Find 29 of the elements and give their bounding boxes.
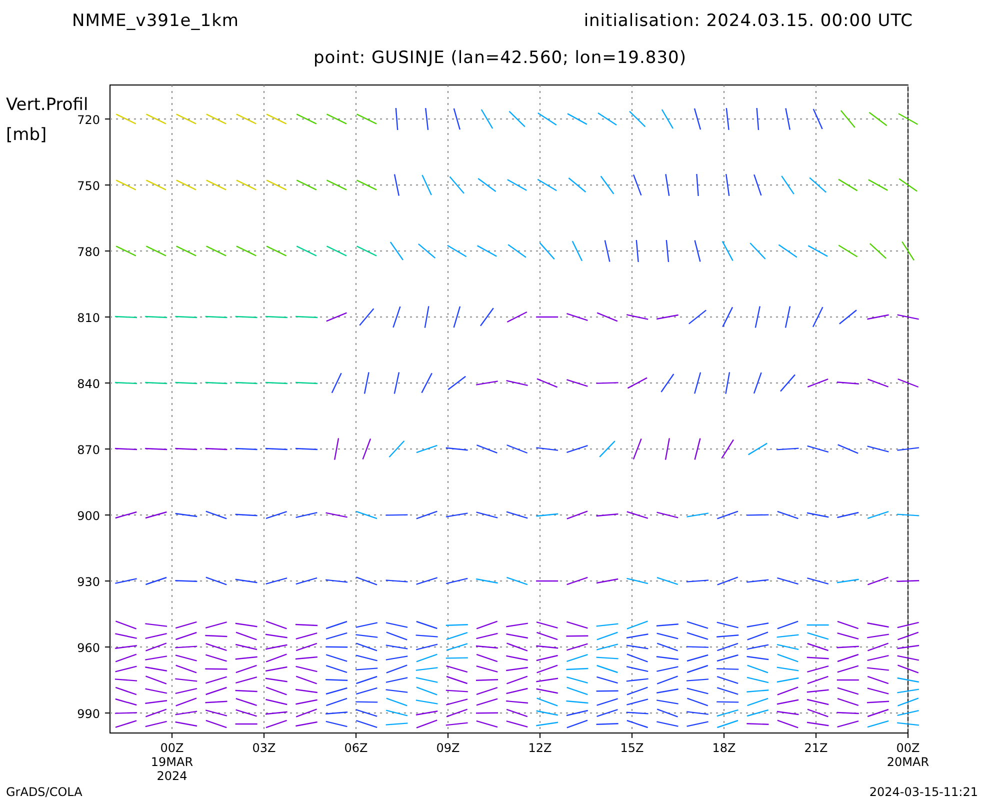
model-name: NMME_v391e_1km — [72, 11, 239, 31]
footer-timestamp: 2024-03-15-11:21 — [869, 785, 978, 799]
y-tick-label: 960 — [77, 641, 100, 655]
y-axis-label: Vert.Profil — [6, 95, 88, 115]
x-tick-label: 00Z — [160, 741, 184, 755]
footer-credit: GrADS/COLA — [6, 785, 82, 799]
chart-title: point: GUSINJE (lan=42.560; lon=19.830) — [314, 48, 686, 68]
y-axis-unit: [mb] — [6, 125, 47, 145]
y-tick-label: 870 — [77, 443, 100, 457]
x-tick-label: 21Z — [804, 741, 828, 755]
x-tick-year: 2024 — [156, 769, 188, 783]
y-tick-label: 720 — [77, 113, 100, 127]
x-tick-label: 03Z — [252, 741, 276, 755]
x-tick-label: 06Z — [344, 741, 368, 755]
x-tick-label: 15Z — [620, 741, 644, 755]
y-tick-label: 990 — [77, 707, 100, 721]
y-tick-label: 840 — [77, 377, 100, 391]
x-tick-label: 18Z — [712, 741, 736, 755]
y-tick-label: 780 — [77, 245, 100, 259]
x-tick-date: 20MAR — [886, 755, 930, 769]
y-tick-label: 810 — [77, 311, 100, 325]
x-tick-label: 12Z — [528, 741, 552, 755]
y-tick-label: 750 — [77, 179, 100, 193]
x-tick-label: 00Z — [896, 741, 920, 755]
x-tick-date: 19MAR — [150, 755, 194, 769]
initialisation-time: initialisation: 2024.03.15. 00:00 UTC — [584, 11, 913, 31]
x-tick-label: 09Z — [436, 741, 460, 755]
y-tick-label: 930 — [77, 575, 100, 589]
y-tick-label: 900 — [77, 509, 100, 523]
